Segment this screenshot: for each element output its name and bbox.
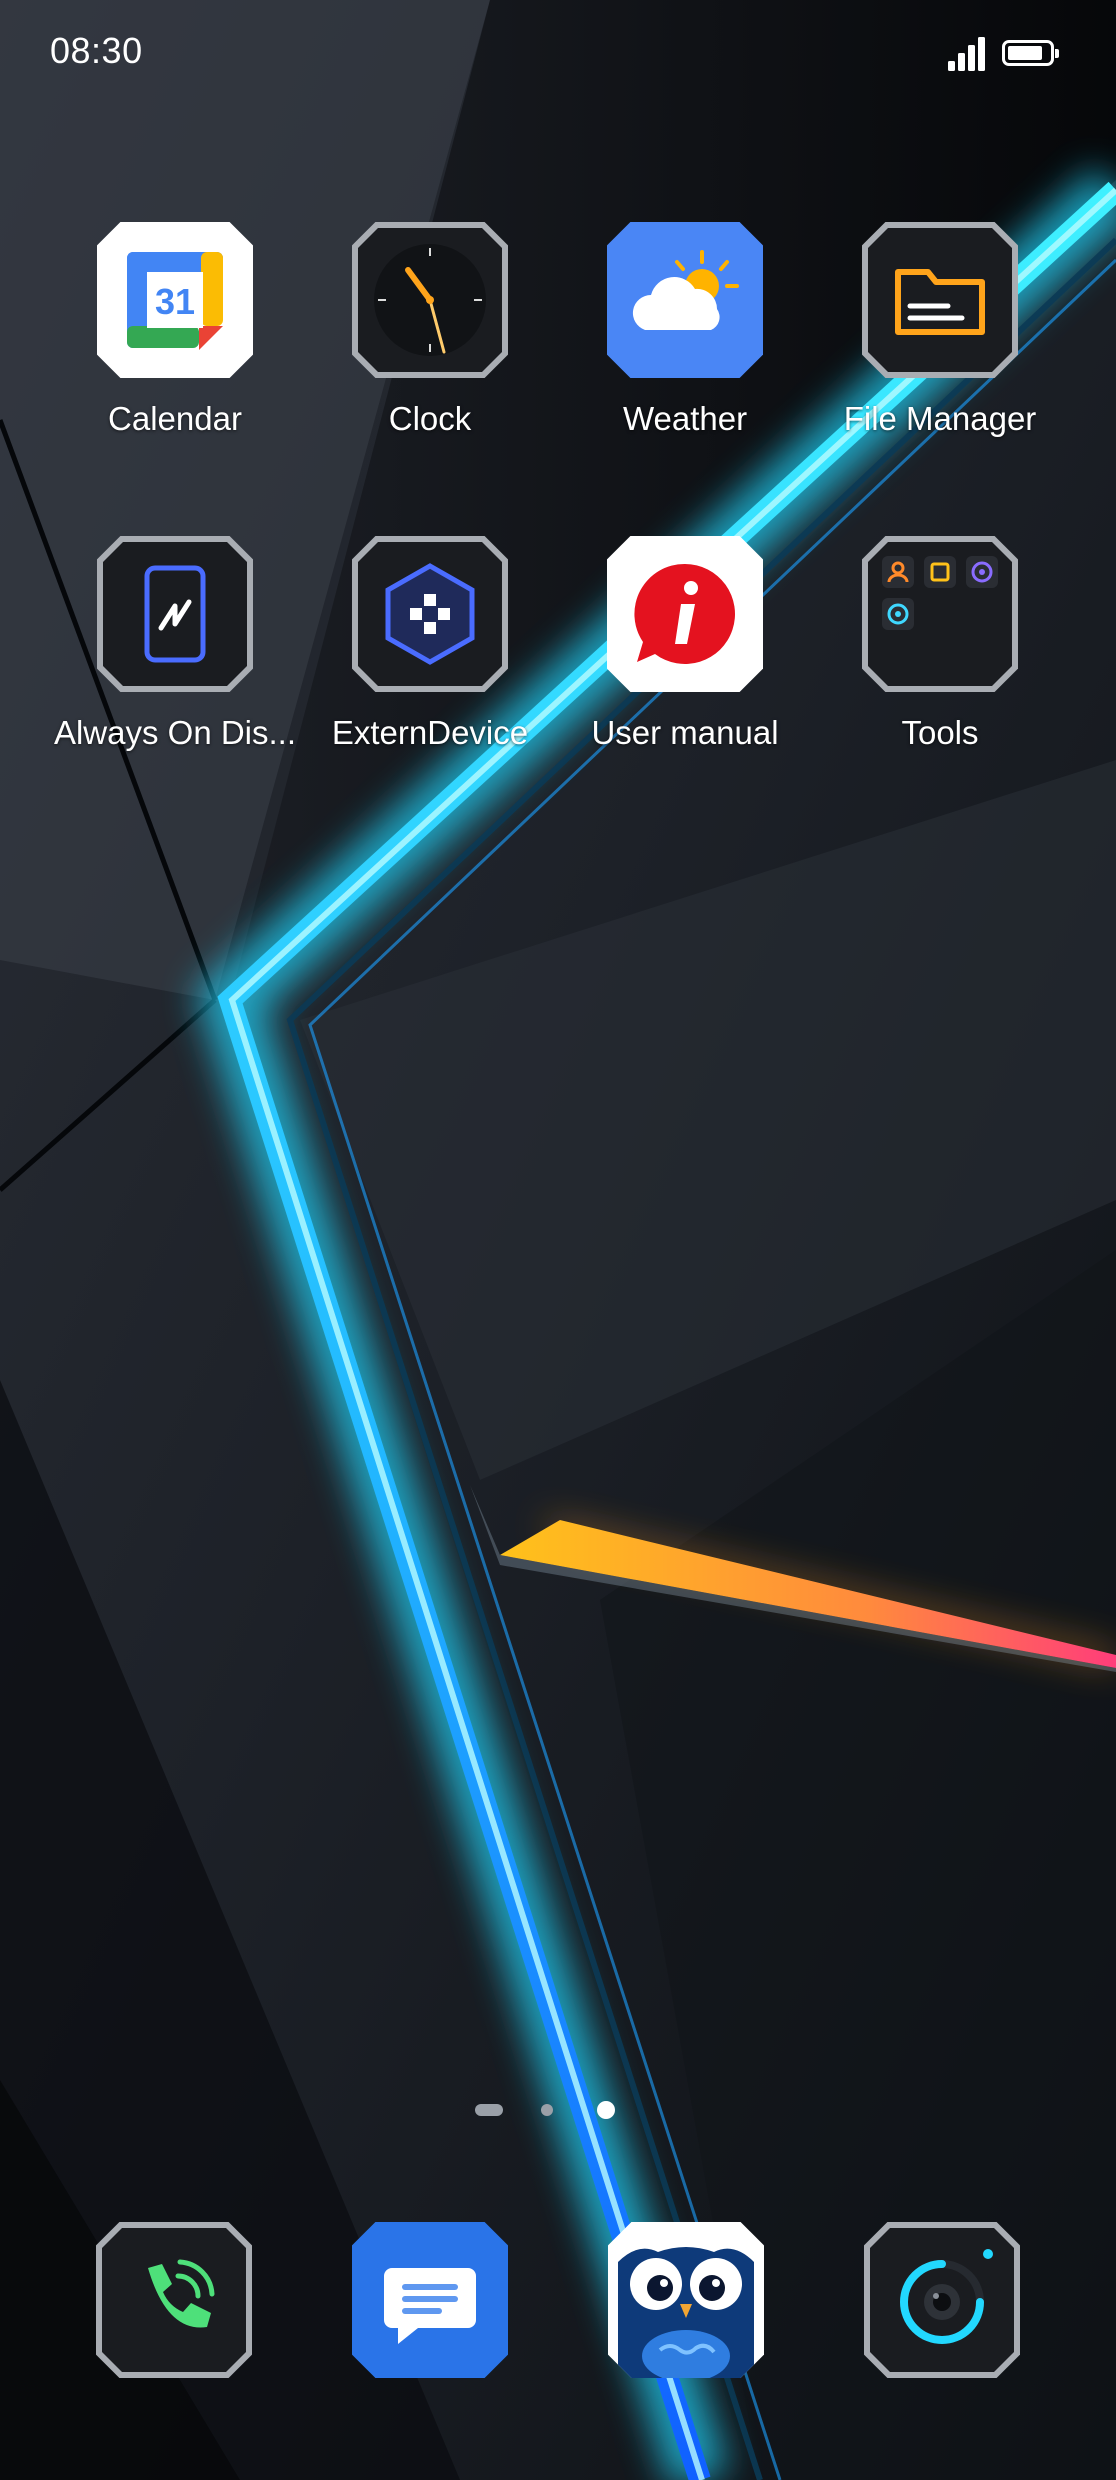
clock-icon xyxy=(352,222,508,378)
phone-icon xyxy=(96,2222,252,2378)
status-icons xyxy=(946,34,1068,74)
battery-icon xyxy=(1002,40,1059,66)
app-clock[interactable]: Clock xyxy=(315,222,545,462)
app-always-on-display[interactable]: Always On Dis... xyxy=(54,536,296,776)
page-indicator[interactable] xyxy=(0,2098,1116,2122)
app-label: Calendar xyxy=(108,400,242,437)
app-label: Weather xyxy=(622,400,748,437)
message-icon xyxy=(352,2222,508,2378)
dock-owl-app[interactable] xyxy=(606,2220,766,2380)
app-label: User manual xyxy=(591,714,779,751)
app-label: Always On Dis... xyxy=(53,714,297,751)
camera-icon xyxy=(864,2222,1020,2378)
app-tools[interactable]: Tools xyxy=(825,536,1055,776)
dock-camera[interactable] xyxy=(862,2220,1022,2380)
battery-level xyxy=(1008,46,1042,60)
app-label: Clock xyxy=(388,400,472,437)
weather-icon xyxy=(607,222,763,378)
dock-messages[interactable] xyxy=(350,2220,510,2380)
owl-icon xyxy=(608,2222,764,2378)
always-on-display-icon xyxy=(97,536,253,692)
signal-bars-icon xyxy=(946,34,986,74)
tools-folder-icon xyxy=(862,536,1018,692)
info-icon xyxy=(607,536,763,692)
app-label: File Manager xyxy=(843,400,1037,437)
app-user-manual[interactable]: User manual xyxy=(570,536,800,776)
gamepad-icon xyxy=(352,536,508,692)
status-time: 08:30 xyxy=(50,30,143,71)
dock-phone[interactable] xyxy=(94,2220,254,2380)
app-externdevice[interactable]: ExternDevice xyxy=(315,536,545,776)
folder-icon xyxy=(862,222,1018,378)
page-dot-home[interactable] xyxy=(475,2104,503,2116)
page-dot[interactable] xyxy=(541,2104,553,2116)
calendar-icon: 31 xyxy=(97,222,253,378)
app-label: Tools xyxy=(901,714,979,751)
svg-text:31: 31 xyxy=(155,281,195,322)
app-calendar[interactable]: 31 Calendar xyxy=(60,222,290,462)
page-dot-active[interactable] xyxy=(597,2101,615,2119)
app-weather[interactable]: Weather xyxy=(570,222,800,462)
app-file-manager[interactable]: File Manager xyxy=(825,222,1055,462)
app-label: ExternDevice xyxy=(331,714,529,751)
